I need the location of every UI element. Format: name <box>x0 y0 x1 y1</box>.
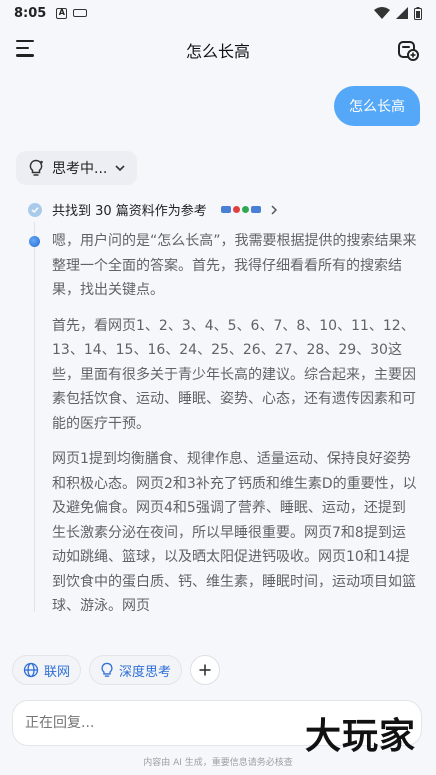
mode-chips: 联网 深度思考 <box>12 655 221 685</box>
globe-icon <box>23 662 39 678</box>
signal-icon <box>396 7 408 19</box>
deep-think-label: 深度思考 <box>119 664 172 680</box>
web-search-chip[interactable]: 联网 <box>12 655 82 685</box>
deep-think-chip[interactable]: 深度思考 <box>89 655 183 685</box>
top-bar: 怎么长高 <box>0 30 436 70</box>
add-button[interactable] <box>190 655 221 685</box>
ai-disclaimer: 内容由 AI 生成，重要信息请务必核查 <box>143 758 293 768</box>
source-logos <box>220 206 261 213</box>
status-bar: 8:05 A <box>0 0 436 26</box>
chevron-down-icon <box>115 164 125 171</box>
reasoning-paragraph: 首先，看网页1、2、3、4、5、6、7、8、10、11、12、13、14、15、… <box>52 317 416 432</box>
thinking-label: 思考中... <box>52 161 108 177</box>
reasoning-text: 嗯，用户问的是“怎么长高”，我需要根据提供的搜索结果来整理一个全面的答案。首先，… <box>52 229 418 630</box>
wifi-icon <box>374 7 390 19</box>
notification-a-icon: A <box>56 7 68 19</box>
chevron-right-icon <box>271 204 277 215</box>
battery-icon <box>414 6 422 20</box>
thinking-toggle[interactable]: 思考中... <box>16 151 138 185</box>
watermark-logo: 大玩家 <box>304 715 416 757</box>
progress-dot-icon <box>29 236 40 247</box>
plus-icon <box>199 664 211 676</box>
lightbulb-icon <box>101 662 113 677</box>
reasoning-paragraph: 嗯，用户问的是“怎么长高”，我需要根据提供的搜索结果来整理一个全面的答案。首先，… <box>52 233 417 298</box>
reasoning-paragraph: 网页1提到均衡膳食、规律作息、适量运动、保持良好姿势和积极心态。网页2和3补充了… <box>52 451 417 614</box>
menu-icon[interactable] <box>16 40 38 60</box>
message-input[interactable] <box>25 715 275 731</box>
page-title: 怎么长高 <box>185 42 250 61</box>
lightbulb-icon <box>29 159 43 176</box>
timeline-line <box>34 222 35 612</box>
new-chat-icon[interactable] <box>396 38 420 62</box>
sources-count: 共找到 30 篇资料作为参考 <box>52 204 207 219</box>
keyboard-icon <box>73 9 88 17</box>
sources-row[interactable]: 共找到 30 篇资料作为参考 <box>28 200 277 219</box>
web-search-label: 联网 <box>44 664 71 680</box>
check-icon <box>28 202 42 217</box>
user-message-bubble[interactable]: 怎么长高 <box>334 86 420 126</box>
status-time: 8:05 <box>14 5 47 21</box>
